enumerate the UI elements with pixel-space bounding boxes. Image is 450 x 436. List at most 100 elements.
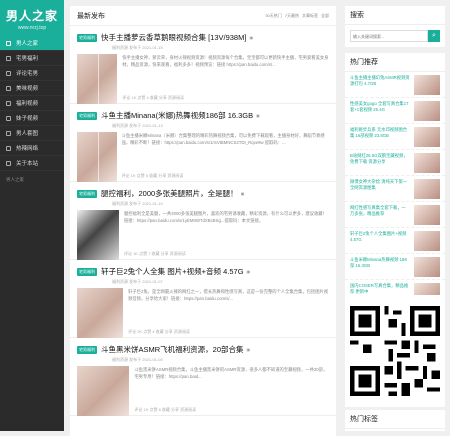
nav-item-girl-videos[interactable]: 妹子视频 [0, 111, 64, 126]
hot-item-thumbnail[interactable] [414, 153, 440, 173]
post-thumbnail[interactable] [77, 288, 124, 338]
category-badge[interactable]: 宅男福利 [77, 189, 97, 198]
fire-icon [6, 145, 11, 151]
hot-item[interactable]: 福利姬步兵系 无水印视频图合集 16部视频 23.8GB [345, 124, 445, 150]
sidebar: 男人之家 www.nrzj.top 男人之家 宅男福利 评论宅男 美味视频 福利… [0, 0, 64, 431]
post-meta: 福利资源 发布于 2021-01-05 [112, 357, 163, 362]
post-stats: 评论 1K 点赞 6 收藏 分享 资源阅读 [134, 407, 197, 412]
nav-label: 妹子视频 [16, 116, 39, 122]
category-badge[interactable]: 宅男福利 [77, 33, 97, 42]
nav-item-comments[interactable]: 评论宅男 [0, 66, 64, 81]
category-badge[interactable]: 宅男福利 [77, 267, 97, 276]
search-widget: 搜索 ⌕ [345, 6, 445, 47]
play-icon [6, 100, 11, 106]
hot-item[interactable]: 斗鱼米娜Minana热舞视频 186部 16.3GB [345, 254, 445, 280]
post-item: 宅男福利 轩子巨2兔个人全集 图片+视频+音频 4.57G ▣ 福利资源 发布于 2… [70, 260, 336, 338]
hot-item-thumbnail[interactable] [414, 101, 440, 121]
nav-item-home[interactable]: 男人之家 [0, 36, 64, 51]
tab-tags[interactable]: 文章标签 [302, 13, 318, 19]
tab-all[interactable]: 全部 [321, 13, 329, 19]
hot-item-title[interactable]: 网红性感写真集全套下载，一万多张，精品推荐 [350, 205, 410, 224]
comment-icon [6, 70, 11, 76]
search-icon: ⌕ [432, 32, 436, 39]
post-stats: 评论 1K 点赞 7 收藏 分享 资源阅读 [123, 251, 186, 256]
image-count-icon: ▣ [240, 191, 245, 196]
nav-item-welfare[interactable]: 宅男福利 [0, 51, 64, 66]
hot-item-thumbnail[interactable] [414, 179, 440, 199]
post-stats: 评论 1K 点赞 4 收藏 分享 资源阅读 [122, 95, 185, 100]
hot-item-title[interactable]: 微博女神大杂烩 清纯天下第一 全网资源图集 [350, 179, 410, 198]
widget-title: 搜索 [345, 6, 445, 25]
hot-item[interactable]: 斗鱼主播主播幻兔ASMR视频资源打包 4.7GB [345, 72, 445, 98]
image-count-icon: ▣ [246, 347, 251, 352]
section-title: 最新发布 [77, 12, 105, 20]
post-item: 宅男福利 快手主播萝云香草鹅眼视频合集 [13V/938M] ▣ 福利资源 发布于 … [70, 26, 336, 104]
hot-item-thumbnail[interactable] [414, 205, 440, 225]
nav-item-hot[interactable]: 热辣网络 [0, 141, 64, 156]
nav-label: 美味视频 [16, 86, 39, 92]
post-title[interactable]: 斗鱼主播Minana(米娜)热舞视频186部 16.3GB [101, 110, 253, 121]
hot-item[interactable]: 网红性感写真集全套下载，一万多张，精品推荐 [345, 202, 445, 228]
right-sidebar: 搜索 ⌕ 热门推荐 斗鱼主播主播幻兔ASMR视频资源打包 4.7GB 性感美女g… [345, 6, 445, 312]
tab-bar: 30天热门 7天最热 文章标签 全部 [265, 13, 329, 19]
hot-item-thumbnail[interactable] [414, 127, 440, 147]
post-title[interactable]: 斗鱼黑米饼ASMR飞机福利资源，20部合集 [101, 344, 244, 355]
widget-title: 热门推荐 [345, 53, 445, 72]
nav-label: 关于本站 [16, 161, 39, 167]
hot-item-thumbnail[interactable] [414, 75, 440, 95]
image-count-icon: ▣ [249, 35, 254, 40]
post-thumbnail[interactable] [77, 210, 119, 260]
post-thumbnail[interactable] [77, 54, 118, 104]
main-content: 最新发布 30天热门 7天最热 文章标签 全部 宅男福利 快手主播萝云香草鹅眼视频… [70, 6, 336, 436]
nav-item-videos[interactable]: 美味视频 [0, 81, 64, 96]
category-badge[interactable]: 宅男福利 [77, 345, 97, 354]
nav-label: 男人之家 [16, 41, 39, 47]
hot-item[interactable]: 性感美女gogo 全套写真合集17套+1套视频 25.4G [345, 98, 445, 124]
hot-item-title[interactable]: 福利姬步兵系 无水印视频图合集 16部视频 23.8GB [350, 127, 410, 146]
nav-label: 宅男福利 [16, 56, 39, 62]
main-header: 最新发布 30天热门 7天最热 文章标签 全部 [70, 6, 336, 26]
search-button[interactable]: ⌕ [428, 30, 440, 42]
gift-icon [6, 55, 11, 61]
hot-item-title[interactable]: 轩子巨2兔个人全集图片+视频 4.57G [350, 231, 410, 250]
image-count-icon: ▣ [256, 113, 260, 118]
nav-item-welfare-videos[interactable]: 福利视频 [0, 96, 64, 111]
post-item: 宅男福利 腿控福利，2000多张美腿照片，全是腿！ ▣ 福利资源 发布于 2021-… [70, 182, 336, 260]
post-thumbnail[interactable] [77, 366, 130, 416]
post-excerpt: 斗鱼主播米娜Minana（米娜）合集整理的精彩热舞视频合集，可以免费下载观看，主… [121, 133, 325, 145]
tab-7-days[interactable]: 7天最热 [285, 13, 299, 19]
tab-30-days[interactable]: 30天热门 [265, 13, 281, 19]
nav-label: 热辣网络 [16, 146, 39, 152]
post-stats: 评论 1K 点赞 5 收藏 分享 资源阅读 [121, 173, 184, 178]
hot-item-title[interactable]: 斗鱼米娜Minana热舞视频 186部 16.3GB [350, 257, 410, 276]
post-title[interactable]: 腿控福利，2000多张美腿照片，全是腿！ [101, 188, 238, 199]
site-logo[interactable]: 男人之家 www.nrzj.top [0, 0, 64, 36]
hot-item[interactable]: 轩子巨2兔个人全集图片+视频 4.57G [345, 228, 445, 254]
video-icon [6, 85, 11, 91]
post-item: 宅男福利 斗鱼黑米饼ASMR飞机福利资源，20部合集 ▣ 福利资源 发布于 2021… [70, 338, 336, 416]
nav-item-about[interactable]: 关于本站 [0, 156, 64, 171]
image-icon [6, 130, 11, 136]
qr-widget [345, 295, 445, 407]
category-badge[interactable]: 宅男福利 [77, 111, 97, 120]
nav-label: 评论宅男 [16, 71, 39, 77]
nav-label: 男人套图 [16, 131, 39, 137]
hot-item[interactable]: 微博女神大杂烩 清纯天下第一 全网资源图集 [345, 176, 445, 202]
nav-label: 福利视频 [16, 101, 39, 107]
post-title[interactable]: 快手主播萝云香草鹅眼视频合集 [13V/938M] [101, 32, 246, 43]
hot-item-thumbnail[interactable] [414, 257, 440, 277]
hot-item-title[interactable]: 斗鱼主播主播幻兔ASMR视频资源打包 4.7GB [350, 75, 410, 94]
post-meta: 福利资源 发布于 2021-01-07 [112, 279, 163, 284]
post-excerpt: 快手主播女神，萝云草，身材火辣视频资源！视频资源每个合集，宝宝都可以更新快手主播… [122, 55, 329, 67]
nav-item-photos[interactable]: 男人套图 [0, 126, 64, 141]
hot-item-title[interactable]: B站网红26.5G双鹅宝藏视频，免费下载 资源分享 [350, 153, 410, 172]
heart-icon [6, 115, 11, 121]
hot-item-thumbnail[interactable] [414, 231, 440, 251]
qr-code-icon [350, 306, 440, 396]
hot-item-title[interactable]: 性感美女gogo 全套写真合集17套+1套视频 25.4G [350, 101, 410, 120]
hot-item[interactable]: B站网红26.5G双鹅宝藏视频，免费下载 资源分享 [345, 150, 445, 176]
tags-widget: 热门标签 [345, 410, 445, 431]
post-thumbnail[interactable] [77, 132, 117, 182]
post-title[interactable]: 轩子巨2兔个人全集 图片+视频+音频 4.57G [101, 266, 244, 277]
search-input[interactable] [350, 30, 428, 42]
